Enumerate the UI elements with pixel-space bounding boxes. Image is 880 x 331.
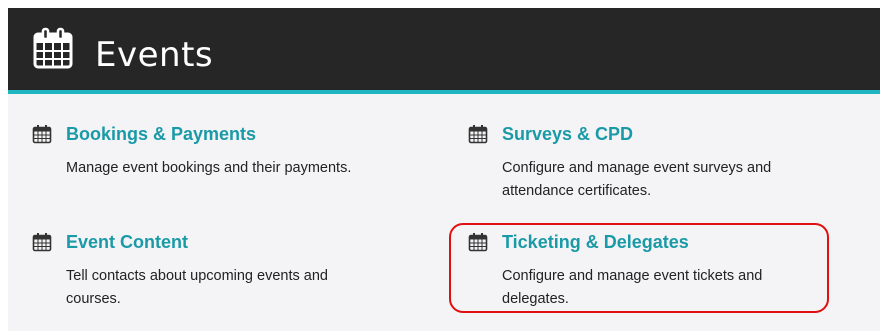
calendar-icon xyxy=(32,125,52,144)
page-header: Events xyxy=(8,8,880,94)
bookings-payments-description: Manage event bookings and their payments… xyxy=(66,160,352,176)
event-content-description: Tell contacts about upcoming events and … xyxy=(66,268,328,307)
event-content-link[interactable]: Event Content xyxy=(66,232,188,252)
calendar-icon xyxy=(468,233,488,252)
page-title: Events xyxy=(95,35,214,75)
events-menu: Bookings & Payments Manage event booking… xyxy=(8,94,880,331)
surveys-cpd-description: Configure and manage event surveys and a… xyxy=(502,160,772,199)
surveys-cpd-link[interactable]: Surveys & CPD xyxy=(502,124,633,144)
calendar-icon xyxy=(32,233,52,252)
calendar-icon xyxy=(468,125,488,144)
ticketing-delegates-description: Configure and manage event tickets and d… xyxy=(502,268,763,307)
calendar-icon xyxy=(33,27,73,69)
bookings-payments-link[interactable]: Bookings & Payments xyxy=(66,124,256,144)
ticketing-delegates-link[interactable]: Ticketing & Delegates xyxy=(502,232,689,252)
